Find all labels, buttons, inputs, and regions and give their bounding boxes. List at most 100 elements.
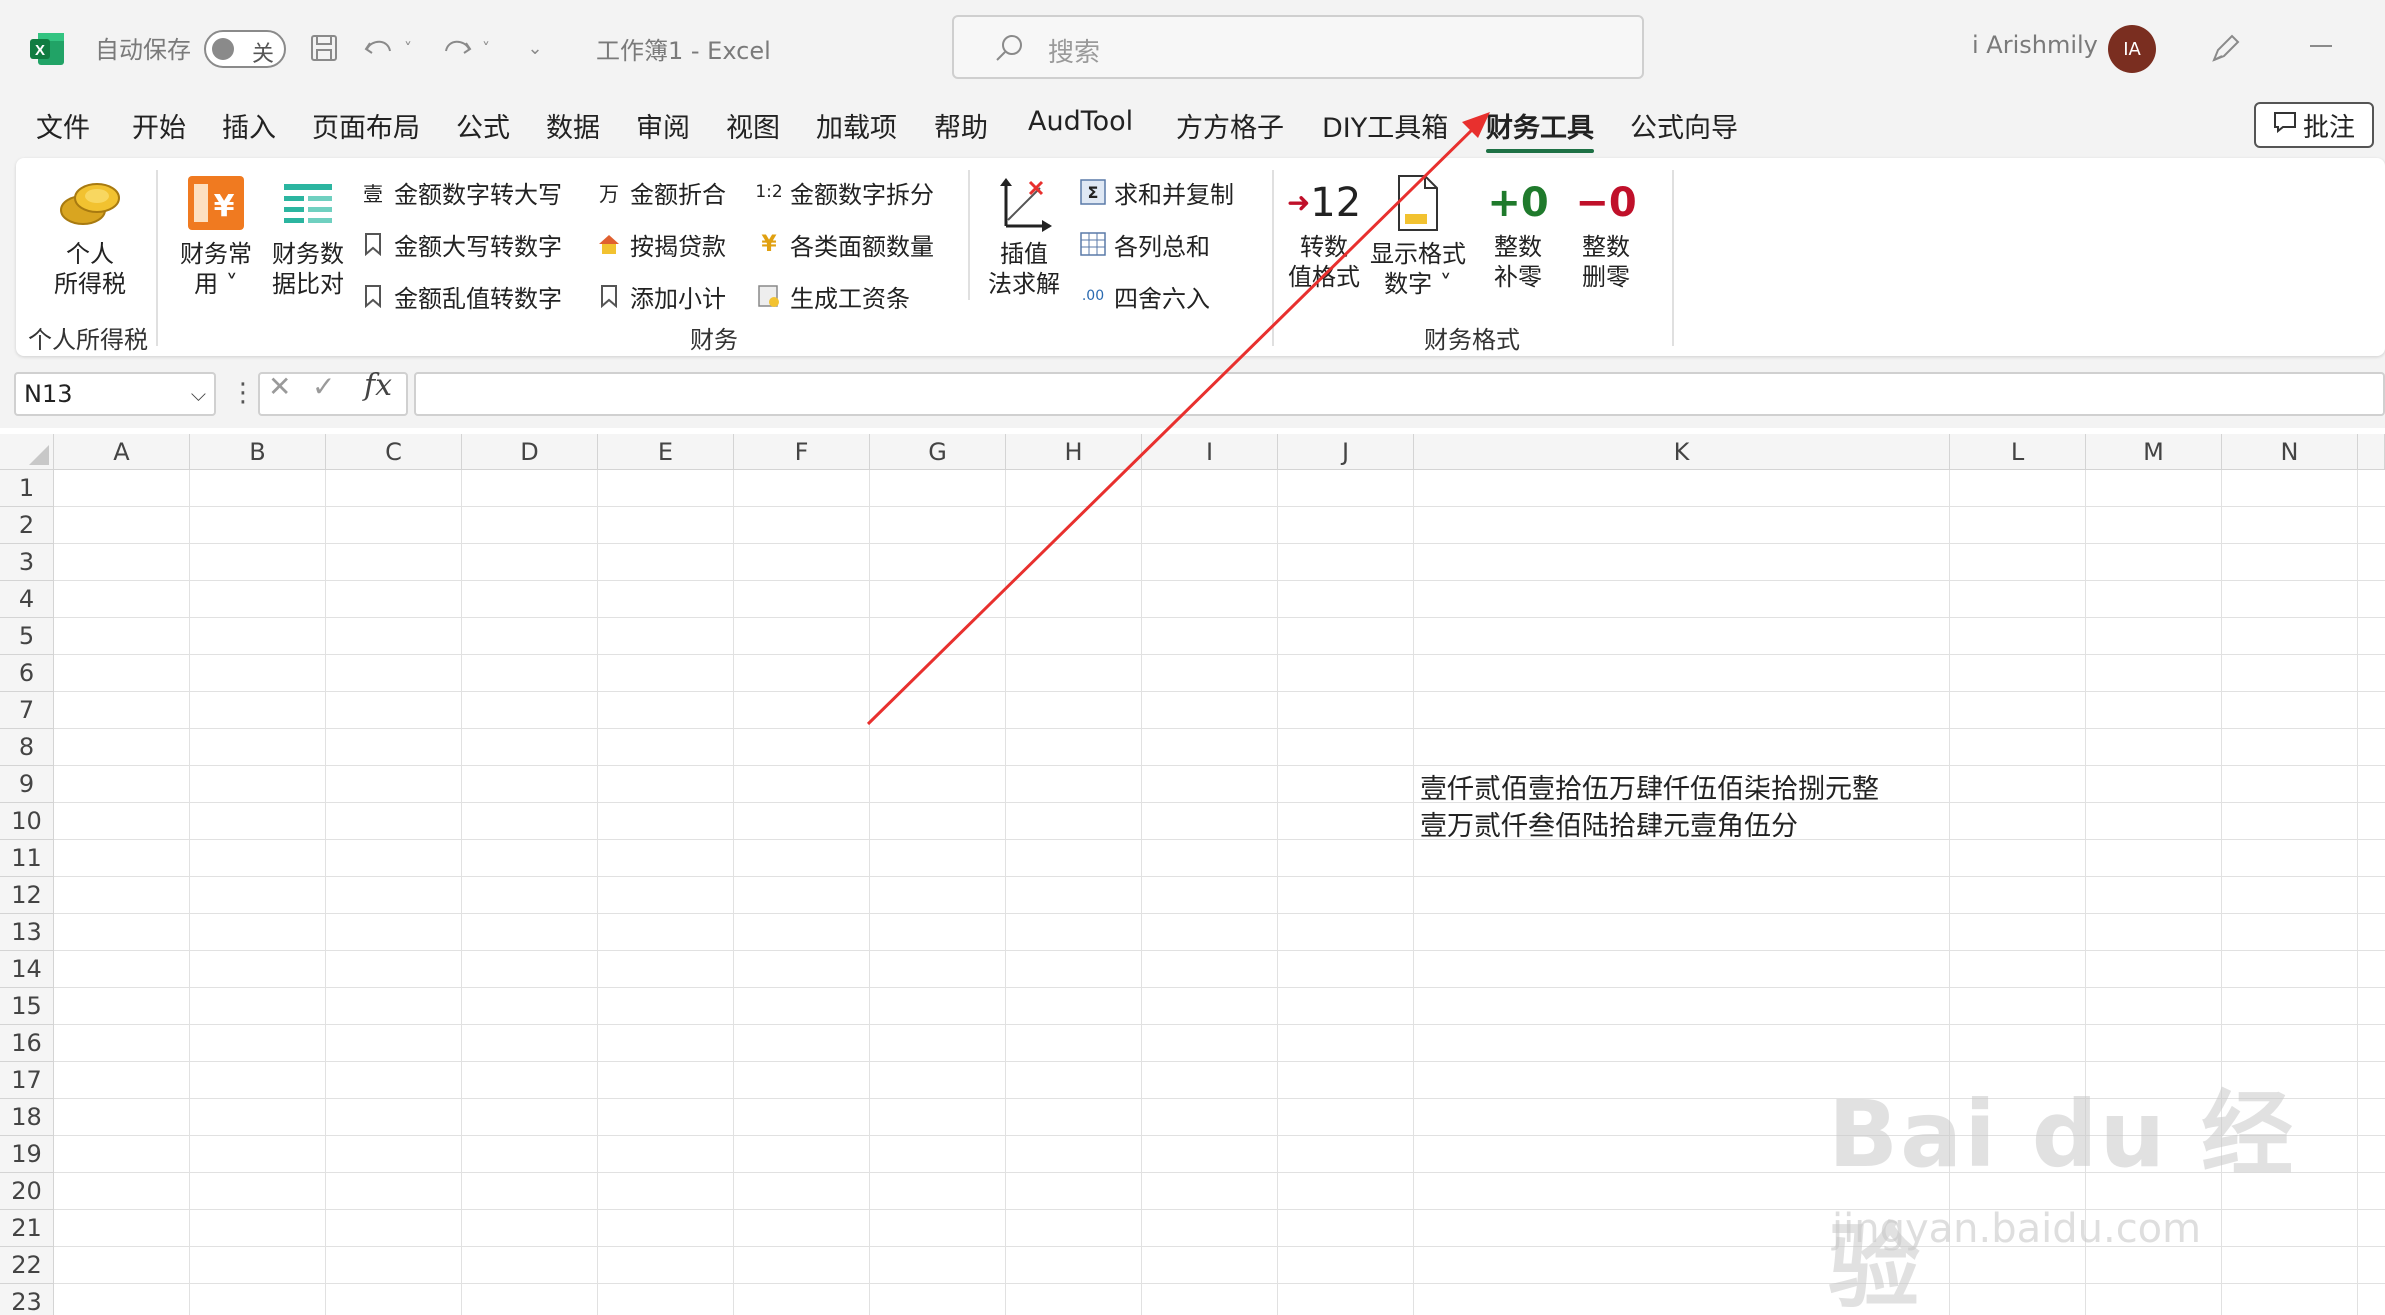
tab-review[interactable]: 审阅 xyxy=(636,106,690,145)
row-header-21[interactable]: 21 xyxy=(0,1210,54,1247)
row-header-18[interactable]: 18 xyxy=(0,1099,54,1136)
search-box[interactable]: 搜索 xyxy=(952,15,1644,79)
display-format-button[interactable]: 显示格式 数字 ˅ xyxy=(1366,174,1470,299)
column-header-h[interactable]: H xyxy=(1006,434,1142,470)
undo-dropdown-icon[interactable]: ˅ xyxy=(398,30,418,66)
tab-help[interactable]: 帮助 xyxy=(934,106,988,145)
tab-page-layout[interactable]: 页面布局 xyxy=(312,106,420,145)
row-header-7[interactable]: 7 xyxy=(0,692,54,729)
redo-dropdown-icon[interactable]: ˅ xyxy=(476,30,496,66)
chevron-down-icon[interactable]: ⌵ xyxy=(191,382,206,406)
name-box[interactable]: N13 ⌵ xyxy=(14,372,216,416)
column-header-a[interactable]: A xyxy=(54,434,190,470)
row-header-23[interactable]: 23 xyxy=(0,1284,54,1315)
minimize-button[interactable] xyxy=(2310,45,2332,47)
row-header-22[interactable]: 22 xyxy=(0,1247,54,1284)
select-all-corner[interactable] xyxy=(0,434,54,470)
tab-formula-wizard[interactable]: 公式向导 xyxy=(1630,106,1738,145)
grid-column-line xyxy=(869,470,870,1315)
autosave-toggle[interactable]: 关 xyxy=(204,30,286,68)
formula-input[interactable] xyxy=(414,372,2385,416)
interpolation-button[interactable]: 插值 法求解 xyxy=(982,174,1066,299)
pen-icon[interactable] xyxy=(2208,30,2244,66)
column-header-j[interactable]: J xyxy=(1278,434,1414,470)
uppercase-to-number-button[interactable]: 金额大写转数字 xyxy=(360,226,562,262)
amount-convert-button[interactable]: 万 金额折合 xyxy=(596,174,726,210)
undo-icon[interactable] xyxy=(362,30,398,66)
tab-home[interactable]: 开始 xyxy=(132,106,186,145)
row-header-12[interactable]: 12 xyxy=(0,877,54,914)
enter-icon[interactable]: ✓ xyxy=(312,370,335,403)
row-header-1[interactable]: 1 xyxy=(0,470,54,507)
column-header-e[interactable]: E xyxy=(598,434,734,470)
pad-zero-button[interactable]: +0 整数 补零 xyxy=(1478,174,1558,292)
row-header-13[interactable]: 13 xyxy=(0,914,54,951)
row-header-4[interactable]: 4 xyxy=(0,581,54,618)
tab-addins[interactable]: 加载项 xyxy=(816,106,897,145)
denomination-count-button[interactable]: ¥ 各类面额数量 xyxy=(756,226,934,262)
income-tax-button[interactable]: 个人 所得税 xyxy=(40,174,140,299)
messy-amount-to-number-button[interactable]: 金额乱值转数字 xyxy=(360,278,562,314)
tab-view[interactable]: 视图 xyxy=(726,106,780,145)
tab-data[interactable]: 数据 xyxy=(546,106,600,145)
tab-file[interactable]: 文件 xyxy=(36,106,90,145)
finance-compare-button[interactable]: 财务数 据比对 xyxy=(262,174,354,299)
amount-split-button[interactable]: 1:2 金额数字拆分 xyxy=(755,174,934,210)
row-header-3[interactable]: 3 xyxy=(0,544,54,581)
more-options-icon[interactable]: ⋮ xyxy=(230,378,256,408)
split-digits-icon: 1:2 xyxy=(755,182,783,202)
customize-qat-icon[interactable]: ⌄ xyxy=(520,30,550,66)
avatar[interactable]: IA xyxy=(2108,25,2156,73)
column-header-c[interactable]: C xyxy=(326,434,462,470)
row-header-6[interactable]: 6 xyxy=(0,655,54,692)
formula-bar: N13 ⌵ ⋮ ✕ ✓ fx xyxy=(0,364,2385,428)
row-header-9[interactable]: 9 xyxy=(0,766,54,803)
column-header-i[interactable]: I xyxy=(1142,434,1278,470)
sum-and-copy-button[interactable]: Σ 求和并复制 xyxy=(1080,174,1234,210)
column-header-l[interactable]: L xyxy=(1950,434,2086,470)
save-icon[interactable] xyxy=(306,30,342,66)
user-name[interactable]: i Arishmily xyxy=(1972,31,2098,59)
tab-insert[interactable]: 插入 xyxy=(222,106,276,145)
column-header-n[interactable]: N xyxy=(2222,434,2358,470)
tab-finance-tools[interactable]: 财务工具 xyxy=(1486,106,1594,153)
grid-row-line xyxy=(54,765,2385,766)
group-separator xyxy=(1272,170,1274,346)
column-header-m[interactable]: M xyxy=(2086,434,2222,470)
cell-k10[interactable]: 壹万贰仟叁佰陆拾肆元壹角伍分 xyxy=(1420,804,1798,843)
row-header-10[interactable]: 10 xyxy=(0,803,54,840)
row-header-15[interactable]: 15 xyxy=(0,988,54,1025)
row-header-16[interactable]: 16 xyxy=(0,1025,54,1062)
payslip-button[interactable]: 生成工资条 xyxy=(756,278,910,314)
column-header-b[interactable]: B xyxy=(190,434,326,470)
row-header-2[interactable]: 2 xyxy=(0,507,54,544)
tab-audtool[interactable]: AudTool xyxy=(1028,106,1133,137)
redo-icon[interactable] xyxy=(438,30,474,66)
tab-formulas[interactable]: 公式 xyxy=(456,106,510,145)
column-totals-button[interactable]: 各列总和 xyxy=(1080,226,1210,262)
column-header-k[interactable]: K xyxy=(1414,434,1950,470)
column-header-d[interactable]: D xyxy=(462,434,598,470)
insert-function-icon[interactable]: fx xyxy=(364,368,392,403)
round-half-even-button[interactable]: .00 四舍六入 xyxy=(1080,278,1210,314)
row-header-5[interactable]: 5 xyxy=(0,618,54,655)
convert-to-number-button[interactable]: ➜ 12 转数 值格式 xyxy=(1286,174,1362,292)
mortgage-button[interactable]: 按揭贷款 xyxy=(596,226,726,262)
tab-diy-toolbox[interactable]: DIY工具箱 xyxy=(1322,106,1448,145)
tab-fangfang[interactable]: 方方格子 xyxy=(1176,106,1284,145)
row-header-14[interactable]: 14 xyxy=(0,951,54,988)
finance-common-button[interactable]: ¥ 财务常 用 ˅ xyxy=(174,174,258,299)
row-header-17[interactable]: 17 xyxy=(0,1062,54,1099)
row-header-20[interactable]: 20 xyxy=(0,1173,54,1210)
add-subtotal-button[interactable]: 添加小计 xyxy=(596,278,726,314)
row-header-19[interactable]: 19 xyxy=(0,1136,54,1173)
column-header-g[interactable]: G xyxy=(870,434,1006,470)
column-header-f[interactable]: F xyxy=(734,434,870,470)
cell-k9[interactable]: 壹仟贰佰壹拾伍万肆仟伍佰柒拾捌元整 xyxy=(1420,767,1879,806)
cancel-icon[interactable]: ✕ xyxy=(268,370,291,403)
amount-to-uppercase-button[interactable]: 壹 金额数字转大写 xyxy=(360,174,562,210)
delete-zero-button[interactable]: −0 整数 删零 xyxy=(1566,174,1646,292)
row-header-11[interactable]: 11 xyxy=(0,840,54,877)
comments-button[interactable]: 批注 xyxy=(2254,102,2374,148)
row-header-8[interactable]: 8 xyxy=(0,729,54,766)
